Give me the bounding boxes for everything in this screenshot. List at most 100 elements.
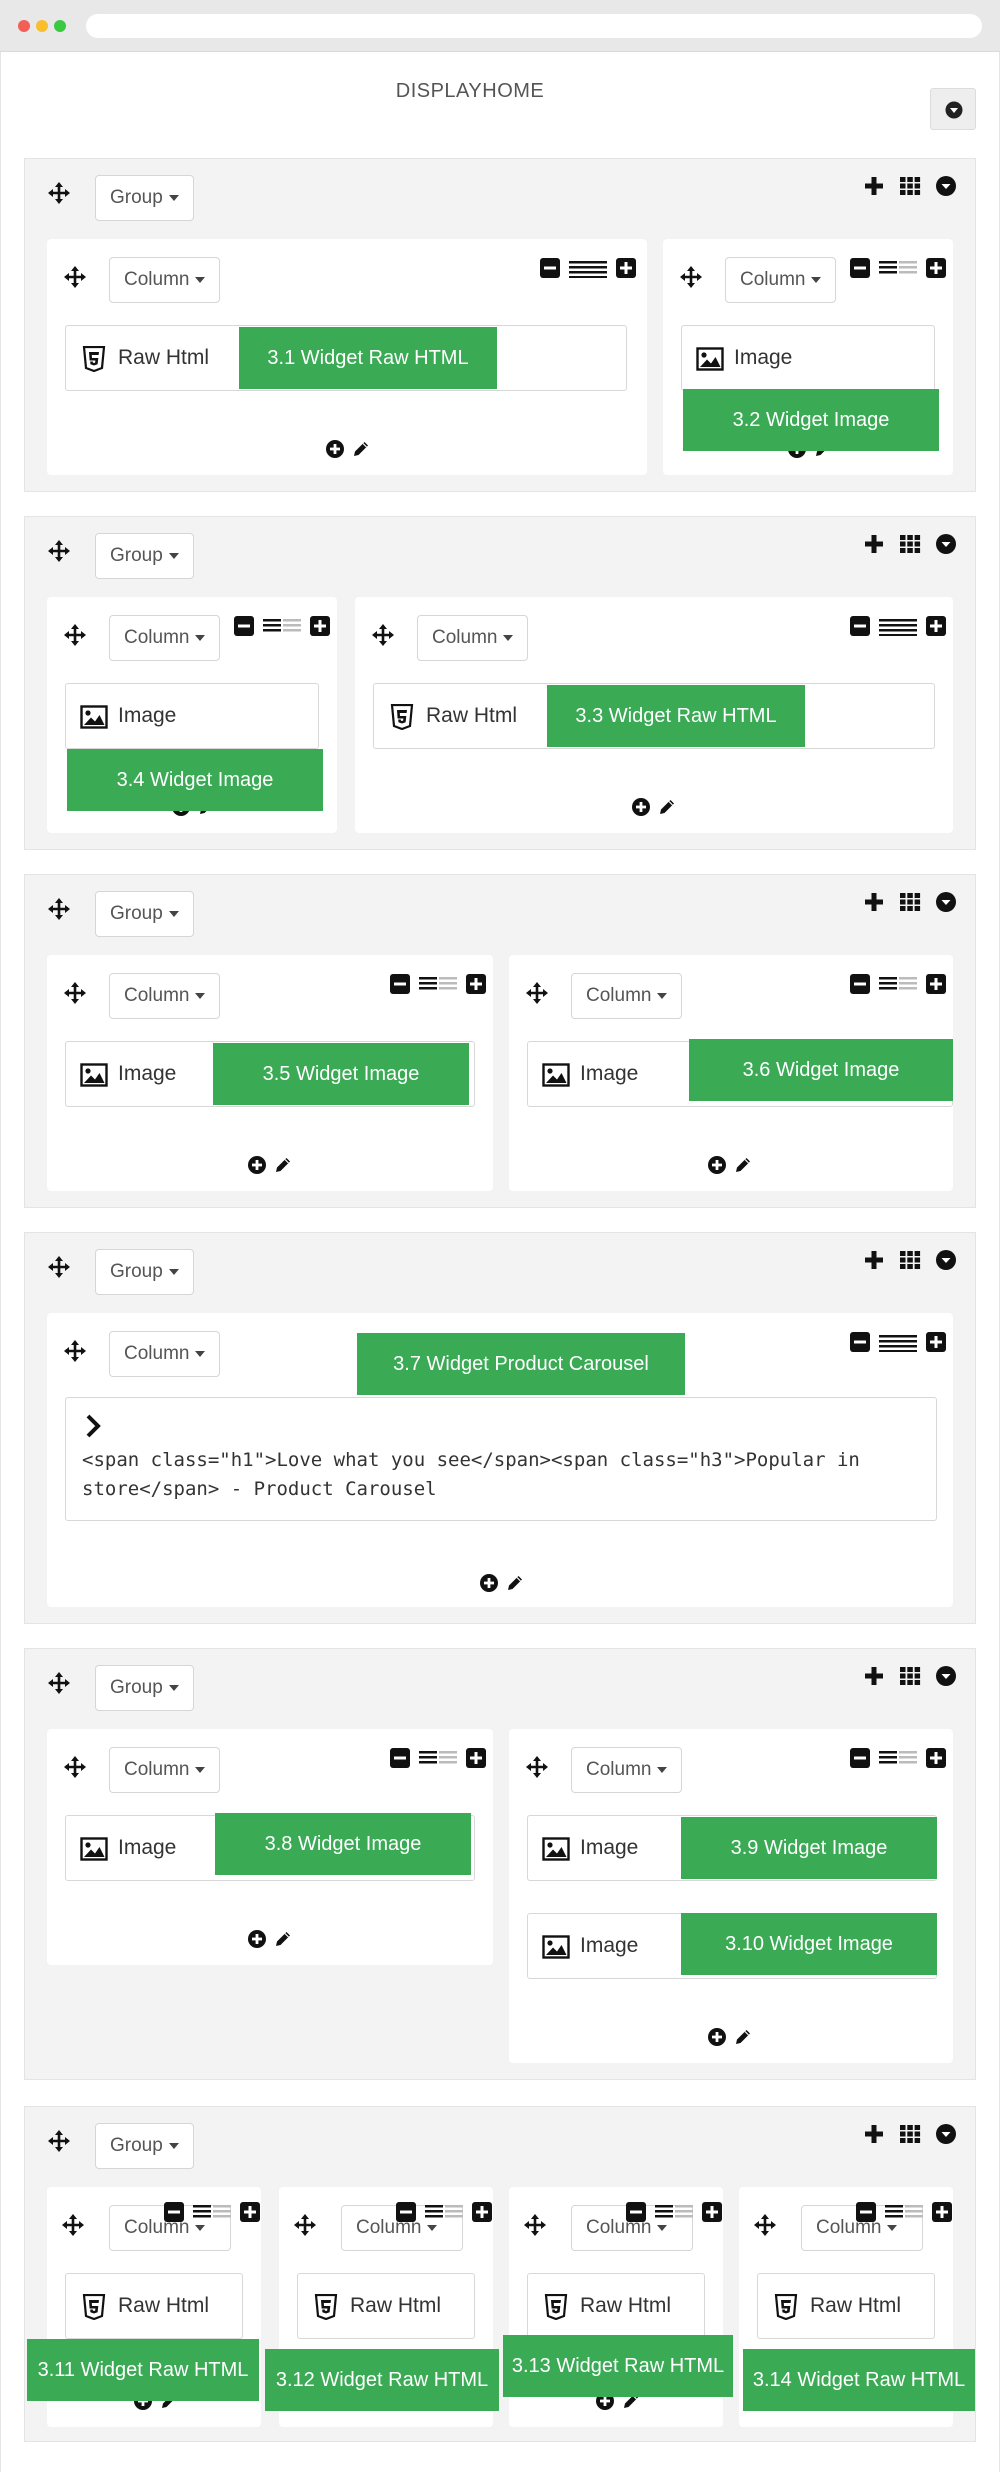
move-column-icon[interactable] bbox=[293, 2213, 317, 2237]
plus-square-icon[interactable] bbox=[925, 1331, 947, 1353]
lines-icon[interactable] bbox=[655, 2201, 693, 2223]
move-column-icon[interactable] bbox=[63, 981, 87, 1005]
minus-square-icon[interactable] bbox=[849, 615, 871, 637]
plus-square-icon[interactable] bbox=[465, 973, 487, 995]
minus-square-icon[interactable] bbox=[849, 1747, 871, 1769]
grid-icon[interactable] bbox=[899, 2123, 921, 2145]
lines-icon[interactable] bbox=[879, 1331, 917, 1353]
move-column-icon[interactable] bbox=[371, 623, 395, 647]
circle-plus-icon[interactable] bbox=[479, 1573, 499, 1595]
plus-square-icon[interactable] bbox=[615, 257, 637, 279]
plus-square-icon[interactable] bbox=[925, 973, 947, 995]
plus-square-icon[interactable] bbox=[471, 2201, 493, 2223]
column-dropdown[interactable]: Column bbox=[109, 1747, 221, 1793]
plus-square-icon[interactable] bbox=[925, 615, 947, 637]
minus-square-icon[interactable] bbox=[389, 1747, 411, 1769]
circle-plus-icon[interactable] bbox=[325, 439, 345, 461]
minus-square-icon[interactable] bbox=[855, 2201, 877, 2223]
move-column-icon[interactable] bbox=[63, 1755, 87, 1779]
close-window-dot[interactable] bbox=[18, 20, 30, 32]
plus-square-icon[interactable] bbox=[925, 257, 947, 279]
plus-square-icon[interactable] bbox=[465, 1747, 487, 1769]
plus-square-icon[interactable] bbox=[309, 615, 331, 637]
plus-square-icon[interactable] bbox=[925, 1747, 947, 1769]
plus-square-icon[interactable] bbox=[701, 2201, 723, 2223]
plus-square-icon[interactable] bbox=[931, 2201, 953, 2223]
column-dropdown[interactable]: Column bbox=[417, 615, 529, 661]
column-dropdown[interactable]: Column bbox=[571, 1747, 683, 1793]
plus-square-icon[interactable] bbox=[239, 2201, 261, 2223]
grid-icon[interactable] bbox=[899, 175, 921, 197]
pencil-icon[interactable] bbox=[273, 1155, 293, 1177]
minus-square-icon[interactable] bbox=[539, 257, 561, 279]
circle-plus-icon[interactable] bbox=[247, 1155, 267, 1177]
group-dropdown[interactable]: Group bbox=[95, 1249, 194, 1295]
lines-icon[interactable] bbox=[879, 257, 917, 279]
plus-icon[interactable] bbox=[863, 533, 885, 555]
circle-arrow-down-icon[interactable] bbox=[935, 891, 957, 913]
minus-square-icon[interactable] bbox=[849, 257, 871, 279]
plus-icon[interactable] bbox=[863, 175, 885, 197]
minus-square-icon[interactable] bbox=[849, 973, 871, 995]
lines-icon[interactable] bbox=[419, 1747, 457, 1769]
move-column-icon[interactable] bbox=[525, 981, 549, 1005]
column-dropdown[interactable]: Column bbox=[109, 257, 221, 303]
lines-icon[interactable] bbox=[879, 973, 917, 995]
minus-square-icon[interactable] bbox=[163, 2201, 185, 2223]
move-column-icon[interactable] bbox=[63, 623, 87, 647]
column-dropdown[interactable]: Column bbox=[571, 973, 683, 1019]
minus-square-icon[interactable] bbox=[389, 973, 411, 995]
group-dropdown[interactable]: Group bbox=[95, 175, 194, 221]
circle-arrow-down-icon[interactable] bbox=[935, 533, 957, 555]
pencil-icon[interactable] bbox=[657, 797, 677, 819]
move-group-icon[interactable] bbox=[47, 181, 71, 205]
move-column-icon[interactable] bbox=[525, 1755, 549, 1779]
circle-arrow-down-icon[interactable] bbox=[935, 1665, 957, 1687]
lines-icon[interactable] bbox=[425, 2201, 463, 2223]
circle-plus-icon[interactable] bbox=[247, 1929, 267, 1951]
lines-icon[interactable] bbox=[419, 973, 457, 995]
lines-icon[interactable] bbox=[879, 1747, 917, 1769]
grid-icon[interactable] bbox=[899, 1249, 921, 1271]
lines-icon[interactable] bbox=[885, 2201, 923, 2223]
address-bar[interactable] bbox=[86, 14, 982, 38]
move-group-icon[interactable] bbox=[47, 1255, 71, 1279]
widget-product-carousel[interactable]: <span class="h1">Love what you see</span… bbox=[65, 1397, 937, 1521]
group-dropdown[interactable]: Group bbox=[95, 891, 194, 937]
move-group-icon[interactable] bbox=[47, 2129, 71, 2153]
plus-icon[interactable] bbox=[863, 1665, 885, 1687]
pencil-icon[interactable] bbox=[351, 439, 371, 461]
circle-arrow-down-icon[interactable] bbox=[935, 1249, 957, 1271]
move-group-icon[interactable] bbox=[47, 897, 71, 921]
widget-raw-html[interactable]: Raw Html bbox=[757, 2273, 935, 2339]
column-dropdown[interactable]: Column bbox=[109, 615, 221, 661]
circle-arrow-down-icon[interactable] bbox=[935, 175, 957, 197]
pencil-icon[interactable] bbox=[273, 1929, 293, 1951]
circle-plus-icon[interactable] bbox=[707, 1155, 727, 1177]
grid-icon[interactable] bbox=[899, 891, 921, 913]
lines-icon[interactable] bbox=[263, 615, 301, 637]
group-dropdown[interactable]: Group bbox=[95, 533, 194, 579]
lines-icon[interactable] bbox=[569, 257, 607, 279]
move-column-icon[interactable] bbox=[753, 2213, 777, 2237]
move-column-icon[interactable] bbox=[63, 1339, 87, 1363]
column-dropdown[interactable]: Column bbox=[109, 1331, 221, 1377]
move-column-icon[interactable] bbox=[61, 2213, 85, 2237]
column-dropdown[interactable]: Column bbox=[725, 257, 837, 303]
lines-icon[interactable] bbox=[193, 2201, 231, 2223]
pencil-icon[interactable] bbox=[733, 1155, 753, 1177]
circle-plus-icon[interactable] bbox=[707, 2027, 727, 2049]
circle-arrow-down-icon[interactable] bbox=[935, 2123, 957, 2145]
widget-image[interactable]: Image bbox=[681, 325, 935, 391]
minus-square-icon[interactable] bbox=[395, 2201, 417, 2223]
pencil-icon[interactable] bbox=[733, 2027, 753, 2049]
plus-icon[interactable] bbox=[863, 1249, 885, 1271]
grid-icon[interactable] bbox=[899, 1665, 921, 1687]
minus-square-icon[interactable] bbox=[625, 2201, 647, 2223]
page-toggle-button[interactable] bbox=[930, 88, 976, 130]
minus-square-icon[interactable] bbox=[233, 615, 255, 637]
move-group-icon[interactable] bbox=[47, 1671, 71, 1695]
minimize-window-dot[interactable] bbox=[36, 20, 48, 32]
move-column-icon[interactable] bbox=[679, 265, 703, 289]
maximize-window-dot[interactable] bbox=[54, 20, 66, 32]
